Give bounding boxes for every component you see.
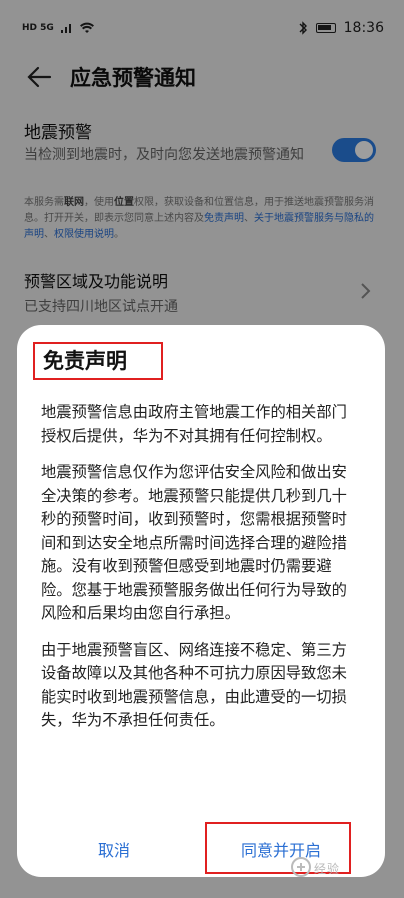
watermark: 经验	[290, 852, 400, 886]
watermark-logo-icon	[291, 857, 311, 877]
watermark-text: 经验	[314, 862, 341, 876]
dialog-body: 地震预警信息由政府主管地震工作的相关部门授权后提供，华为不对其拥有任何控制权。 …	[41, 401, 361, 746]
disclaimer-paragraph: 由于地震预警盲区、网络连接不稳定、第三方设备故障以及其他各种不可抗力原因导致您未…	[41, 640, 347, 730]
disclaimer-paragraph: 地震预警信息由政府主管地震工作的相关部门授权后提供，华为不对其拥有任何控制权。	[41, 403, 347, 445]
dialog-title: 免责声明	[43, 349, 127, 373]
disclaimer-paragraph: 地震预警信息仅作为您评估安全风险和做出安全决策的参考。地震预警只能提供几秒到几十…	[41, 463, 347, 622]
cancel-button[interactable]: 取消	[79, 837, 149, 861]
disclaimer-dialog: 免责声明 地震预警信息由政府主管地震工作的相关部门授权后提供，华为不对其拥有任何…	[17, 325, 385, 877]
